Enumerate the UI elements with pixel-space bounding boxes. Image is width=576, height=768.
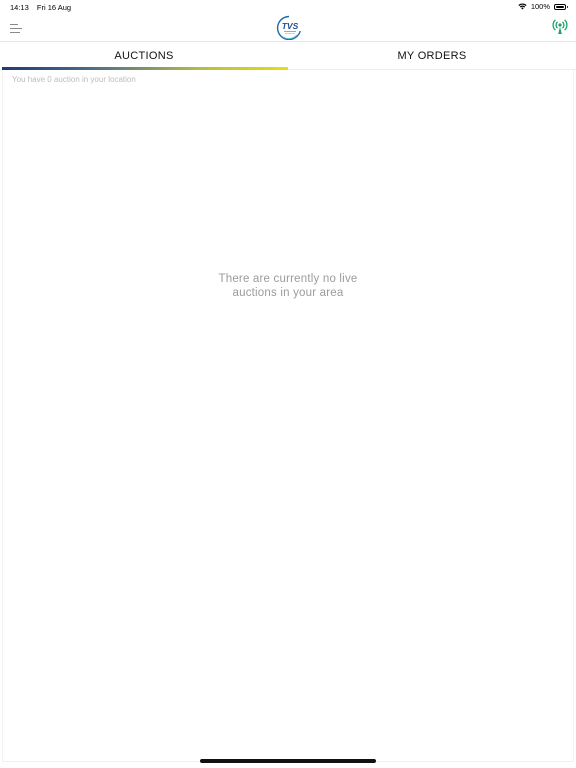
tab-my-orders-label: MY ORDERS	[397, 50, 467, 62]
home-indicator[interactable]	[200, 759, 376, 763]
status-right: 100%	[518, 2, 568, 11]
status-bar: 14:13 Fri 16 Aug 100%	[0, 0, 576, 14]
tab-my-orders[interactable]: MY ORDERS	[288, 42, 576, 70]
status-time: 14:13	[10, 3, 29, 12]
battery-icon	[554, 3, 568, 10]
wifi-icon	[518, 3, 527, 10]
content-area	[2, 70, 574, 762]
tab-auctions[interactable]: AUCTIONS	[0, 42, 288, 70]
tab-bar: AUCTIONS MY ORDERS	[0, 42, 576, 70]
empty-message-line2: auctions in your area	[232, 287, 344, 299]
app-header: TVS	[0, 14, 576, 42]
tvs-logo: TVS	[276, 15, 301, 40]
status-left: 14:13 Fri 16 Aug	[10, 3, 77, 12]
empty-message-line1: There are currently no live	[218, 273, 358, 285]
status-date: Fri 16 Aug	[36, 3, 72, 12]
empty-state-message: There are currently no live auctions in …	[0, 272, 576, 300]
broadcast-icon[interactable]	[552, 19, 568, 35]
menu-icon[interactable]	[10, 24, 22, 33]
tab-auctions-label: AUCTIONS	[114, 50, 174, 62]
battery-percent: 100%	[530, 2, 550, 11]
auction-count-text: You have 0 auction in your location	[12, 75, 136, 84]
logo-text: TVS	[282, 21, 299, 31]
